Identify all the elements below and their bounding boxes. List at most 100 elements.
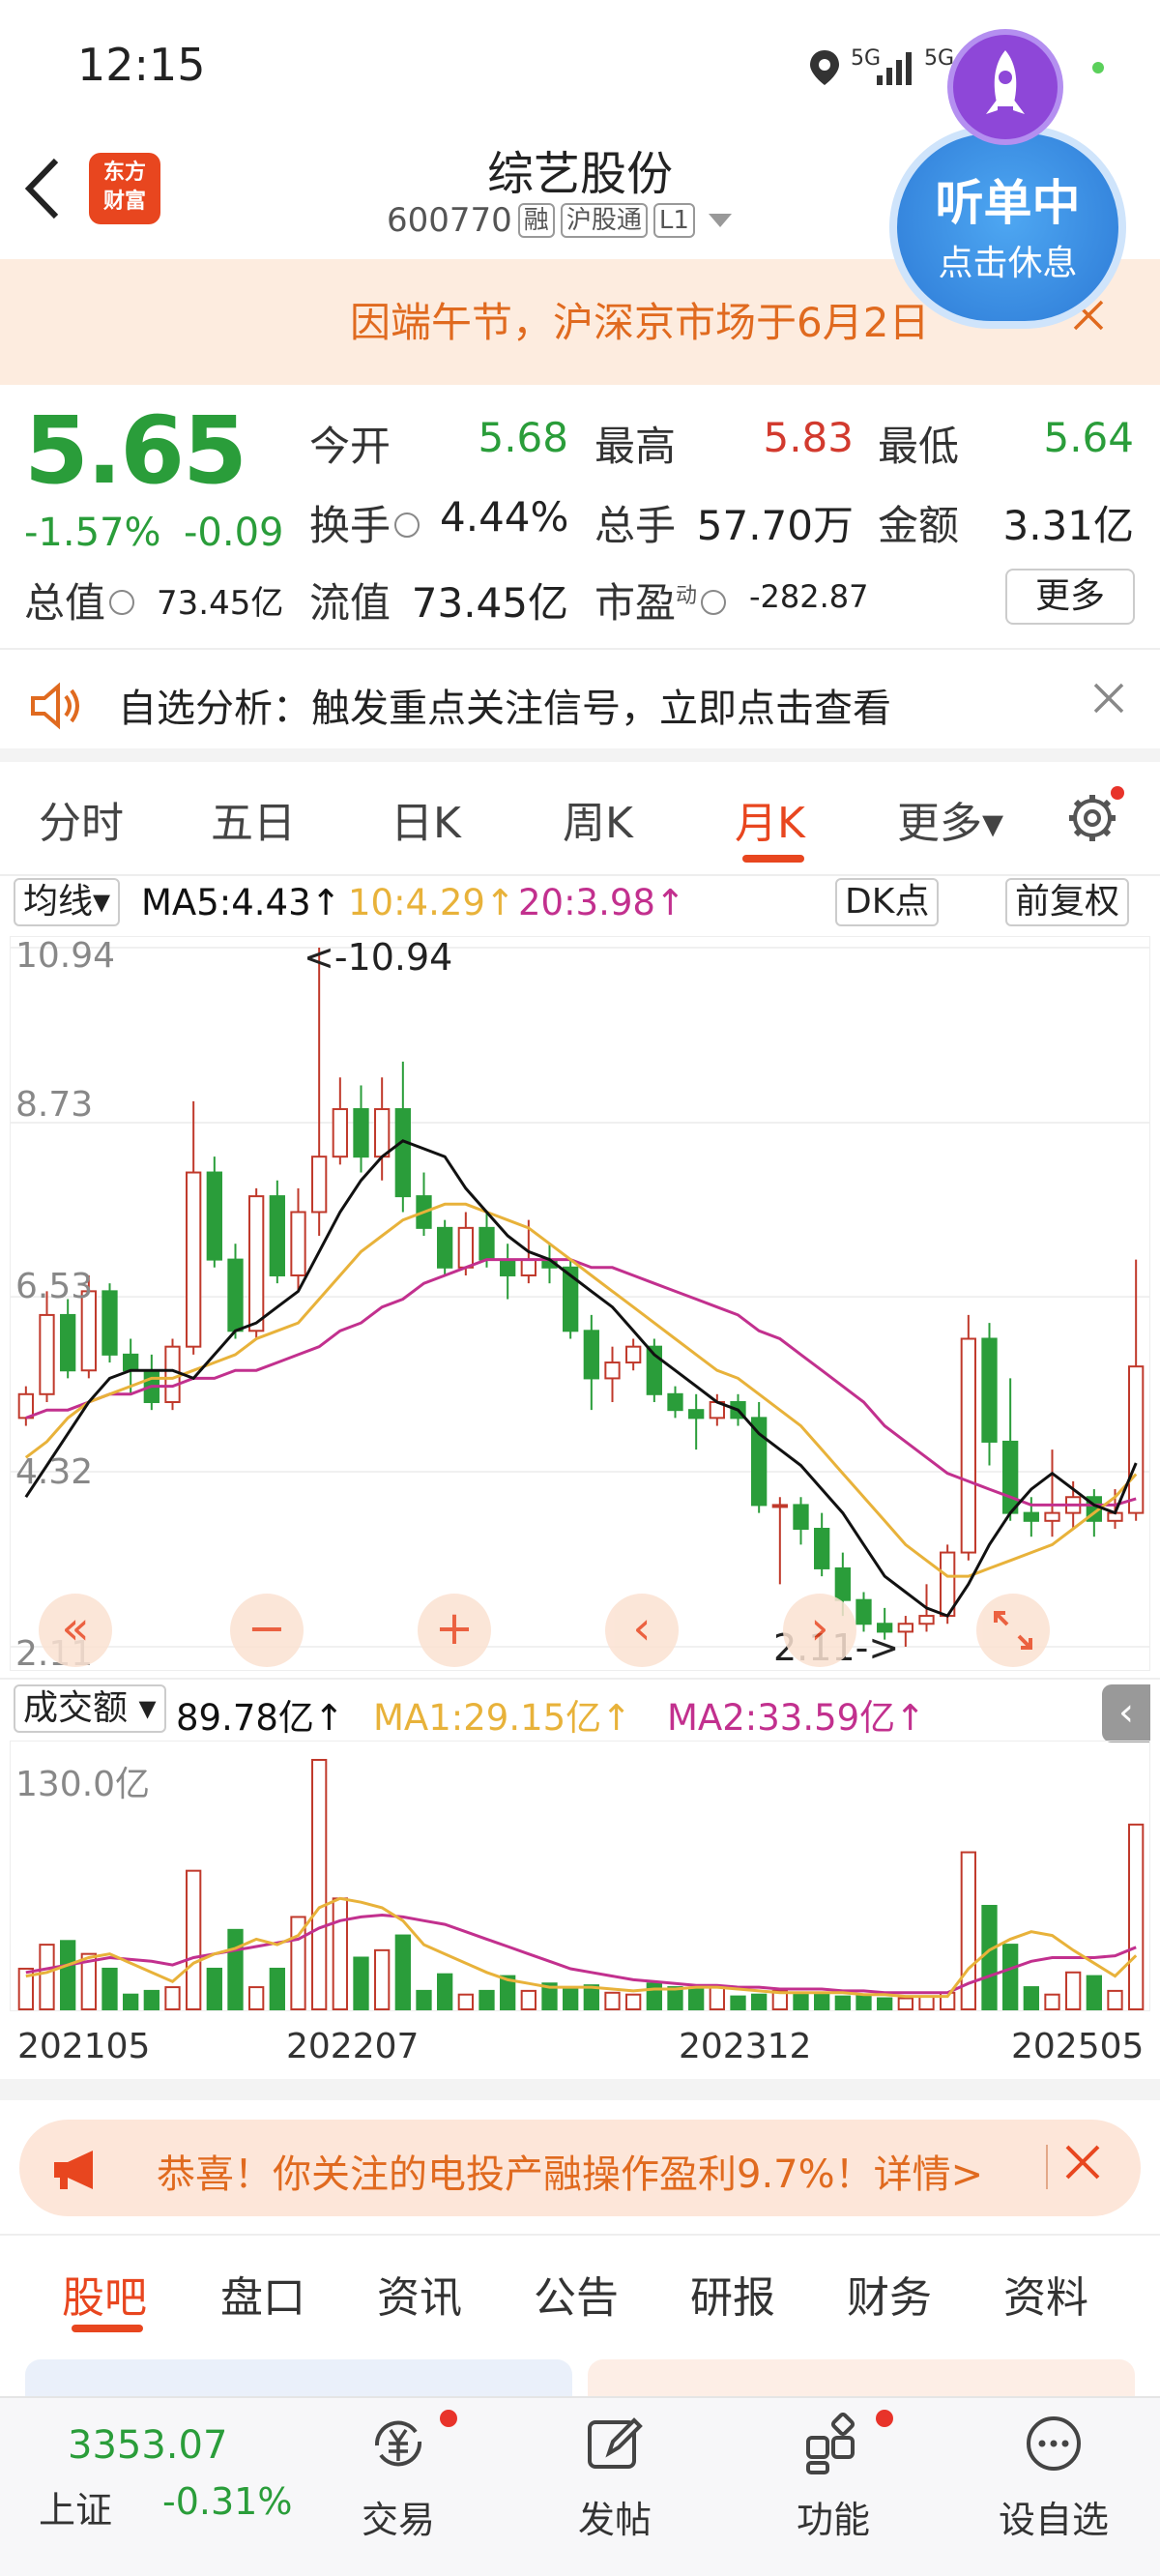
dk-point-button[interactable]: DK点 (835, 878, 940, 926)
candle-body (332, 1108, 348, 1158)
tab-orderbook[interactable]: 盘口 (220, 2263, 305, 2325)
low-label: 最低 (878, 423, 960, 470)
zoom-out-button[interactable]: − (230, 1594, 304, 1667)
volume-selector[interactable]: 成交额 ▾ (14, 1684, 166, 1733)
scroll-right-button[interactable]: › (783, 1594, 856, 1667)
listen-bubble[interactable]: 听单中 点击休息 (889, 126, 1126, 329)
volume-label: 总手 (594, 502, 677, 549)
nav-post-label: 发帖 (577, 2499, 652, 2541)
candle-body (814, 1527, 830, 1569)
listen-subtitle: 点击休息 (938, 244, 1078, 283)
total-mv-label[interactable]: 总值 (24, 571, 135, 629)
candle-body (583, 1330, 599, 1380)
index-value[interactable]: 3353.07 (68, 2423, 227, 2468)
volume-bar (688, 1987, 705, 2011)
tab-forum[interactable]: 股吧 (62, 2263, 147, 2325)
analysis-close-button[interactable] (1092, 673, 1125, 725)
volume-bar (856, 1993, 872, 2011)
volume-bar (981, 1904, 998, 2011)
volume-chart[interactable] (10, 1741, 1150, 2011)
candle-body (856, 1598, 872, 1625)
adjust-price-button[interactable]: 前复权 (1005, 878, 1130, 926)
candle-body (478, 1226, 495, 1261)
info-icon (394, 512, 420, 538)
pe-label[interactable]: 市盈动 (594, 571, 727, 629)
more-quote-button[interactable]: 更多 (1005, 569, 1135, 625)
functions-badge-dot (876, 2410, 893, 2427)
volume-bar (751, 1993, 768, 2011)
tab-research[interactable]: 研报 (690, 2263, 775, 2325)
nav-add-favorite-label: 设自选 (998, 2499, 1109, 2541)
stock-code-line[interactable]: 600770 融 沪股通 L1 (387, 201, 732, 240)
candlestick-chart[interactable] (10, 936, 1150, 1671)
volume-bar (1023, 1986, 1039, 2010)
volume-bar (1128, 1823, 1145, 2010)
candle-body (248, 1195, 265, 1332)
turnover-label[interactable]: 换手 (309, 493, 420, 552)
collapse-panel-button[interactable]: ‹ (1102, 1684, 1150, 1742)
float-mv-value: 73.45亿 (411, 579, 568, 627)
tab-daily-k[interactable]: 日K (391, 788, 461, 850)
volume-ma2: MA2:33.59亿↑ (667, 1697, 926, 1739)
card-peek-right[interactable] (588, 2359, 1135, 2398)
tab-intraday[interactable]: 分时 (39, 788, 124, 850)
tab-financials[interactable]: 财务 (847, 2263, 932, 2325)
volume-bar (227, 1928, 244, 2010)
volume-bar (604, 1991, 621, 2010)
volume-bar (877, 1997, 893, 2010)
volume-bar (394, 1934, 411, 2010)
zoom-in-button[interactable]: + (418, 1594, 491, 1667)
trade-icon (374, 2420, 422, 2467)
float-mv-label: 流值 (309, 579, 392, 627)
low-value: 5.64 (1043, 414, 1134, 461)
rocket-avatar-icon[interactable] (947, 29, 1063, 145)
gear-icon[interactable] (1063, 785, 1125, 847)
card-peek-left[interactable] (25, 2359, 572, 2398)
volume-bar (353, 1956, 369, 2011)
tab-news[interactable]: 资讯 (377, 2263, 462, 2325)
candle-body (960, 1337, 976, 1554)
volume-bar (834, 1995, 851, 2011)
tab-five-day[interactable]: 五日 (211, 788, 296, 850)
volume-bar (730, 1995, 746, 2011)
tab-monthly-k[interactable]: 月K (735, 788, 805, 850)
nav-add-favorite[interactable]: 设自选 (986, 2413, 1121, 2543)
speaker-icon (31, 682, 79, 730)
candle-body (981, 1337, 998, 1443)
volume-bar (60, 1940, 76, 2011)
ma-selector[interactable]: 均线▾ (14, 878, 121, 926)
tabs-divider (0, 2234, 1160, 2236)
signal-bars-icon (877, 52, 912, 85)
tag-connect: 沪股通 (560, 203, 648, 238)
candle-body (897, 1623, 914, 1633)
turnover-label-text: 换手 (309, 502, 392, 549)
change-amount: -0.09 (184, 511, 284, 555)
pe-superscript: 动 (676, 584, 698, 608)
nav-post[interactable]: 发帖 (547, 2413, 682, 2543)
tab-profile[interactable]: 资料 (1003, 2263, 1088, 2325)
scroll-left-fast-button[interactable]: « (39, 1594, 112, 1667)
volume-ma1: MA1:29.15亿↑ (373, 1697, 632, 1739)
listen-title: 听单中 (935, 175, 1081, 231)
volume-bar (123, 1993, 139, 2011)
profit-close-button[interactable] (1063, 2139, 1102, 2193)
tab-more-periods[interactable]: 更多▾ (897, 788, 1003, 850)
volume-bar (709, 1986, 725, 2010)
tab-weekly-k[interactable]: 周K (563, 788, 633, 850)
volume-value: 57.70万 (696, 502, 854, 549)
nav-functions-label: 功能 (796, 2499, 870, 2541)
dropdown-triangle-icon[interactable] (708, 214, 732, 227)
nav-functions[interactable]: 功能 (766, 2412, 901, 2543)
trade-badge-dot (440, 2410, 457, 2427)
candle-body (269, 1195, 285, 1276)
megaphone-icon (54, 2151, 93, 2189)
index-name[interactable]: 上证 (39, 2480, 112, 2533)
index-change[interactable]: -0.31% (162, 2480, 292, 2523)
scroll-left-button[interactable]: ‹ (605, 1594, 679, 1667)
fullscreen-button[interactable] (976, 1594, 1050, 1667)
nav-trade[interactable]: 交易 (331, 2413, 466, 2543)
volume-bar (206, 1967, 222, 2010)
edit-post-icon (588, 2417, 643, 2469)
tab-announcements[interactable]: 公告 (534, 2263, 619, 2325)
turnover-value: 4.44% (440, 493, 569, 541)
